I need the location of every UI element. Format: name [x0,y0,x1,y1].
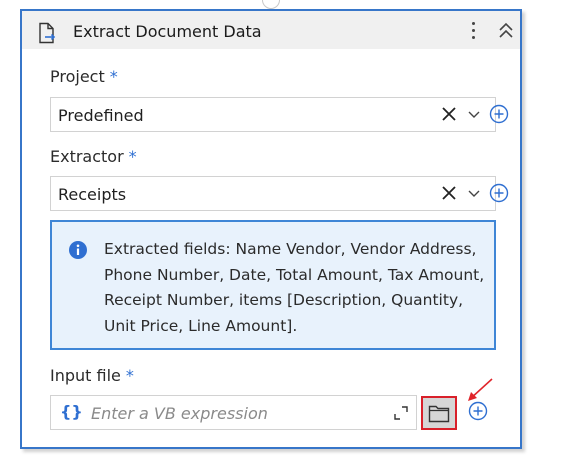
project-label-text: Project [50,67,105,86]
add-circle-icon[interactable] [488,182,510,204]
add-circle-icon[interactable] [488,103,510,125]
project-label: Project * [50,67,118,86]
document-export-icon [39,22,56,44]
expression-braces-icon[interactable]: {} [60,402,83,421]
collapse-chevrons-icon[interactable] [497,20,515,42]
browse-folder-button[interactable] [421,396,457,430]
folder-icon [428,405,450,423]
project-select[interactable]: Predefined [50,97,509,132]
chevron-down-icon[interactable] [467,107,481,121]
annotation-arrow-icon [468,378,493,401]
chevron-down-icon[interactable] [467,186,481,200]
activity-header: Extract Document Data [22,11,520,49]
required-marker: * [125,366,134,385]
clear-icon[interactable] [439,104,459,124]
info-text: Extracted fields: Name Vendor, Vendor Ad… [104,240,485,335]
input-file-label-text: Input file [50,366,121,385]
extractor-label-text: Extractor [50,147,124,166]
info-icon [69,241,87,259]
connector-nub [262,0,280,9]
input-file-label: Input file * [50,366,134,385]
extractor-label: Extractor * [50,147,137,166]
input-file-field[interactable]: {} Enter a VB expression [50,395,417,430]
clear-icon[interactable] [439,183,459,203]
extracted-fields-info: Extracted fields: Name Vendor, Vendor Ad… [50,220,496,350]
expand-editor-icon[interactable] [393,405,409,421]
required-marker: * [109,67,118,86]
kebab-menu-icon[interactable] [467,19,481,43]
extractor-select[interactable]: Receipts [50,176,509,211]
input-file-placeholder: Enter a VB expression [91,404,268,423]
extractor-value: Receipts [58,185,127,204]
activity-card: Extract Document Data Project * Predefine… [20,9,522,449]
project-value: Predefined [58,106,144,125]
activity-title: Extract Document Data [73,22,262,41]
required-marker: * [128,147,137,166]
